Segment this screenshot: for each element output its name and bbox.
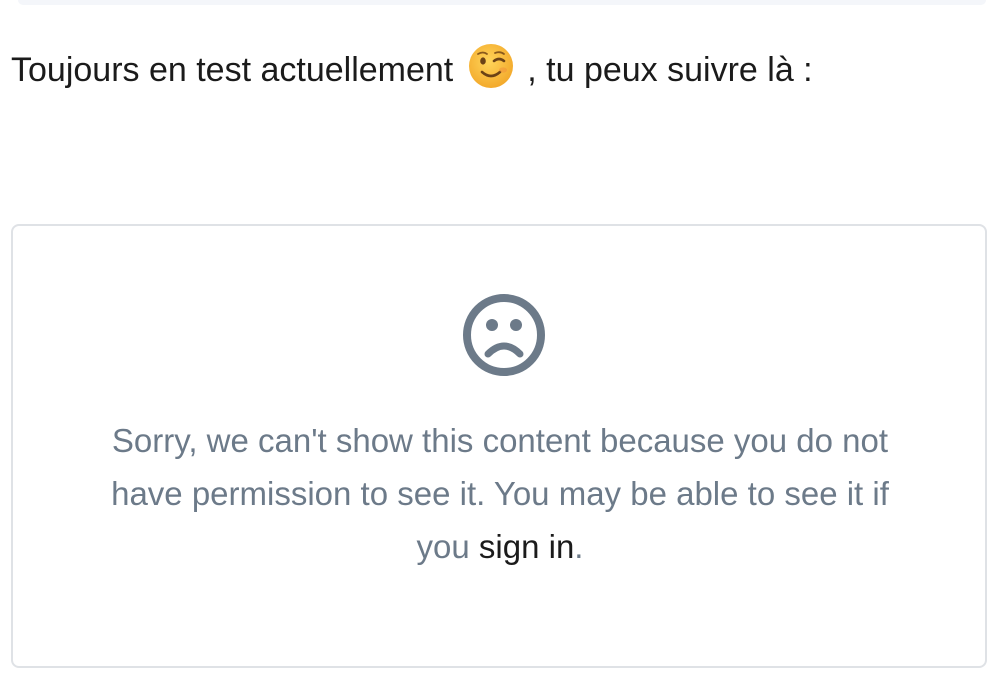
winking-face-emoji-icon: [467, 42, 515, 90]
post-text-after: , tu peux suivre là :: [527, 50, 813, 89]
sign-in-link[interactable]: sign in: [479, 528, 574, 565]
previous-quote-edge: [18, 0, 986, 5]
sad-face-icon: [461, 292, 547, 378]
post-text: Toujours en test actuellement , tu peux …: [11, 40, 813, 100]
page: Toujours en test actuellement , tu peux …: [0, 0, 1000, 689]
permission-message: Sorry, we can't show this content becaus…: [100, 414, 900, 573]
permission-message-end: .: [574, 528, 584, 565]
post-text-before: Toujours en test actuellement: [11, 50, 454, 89]
